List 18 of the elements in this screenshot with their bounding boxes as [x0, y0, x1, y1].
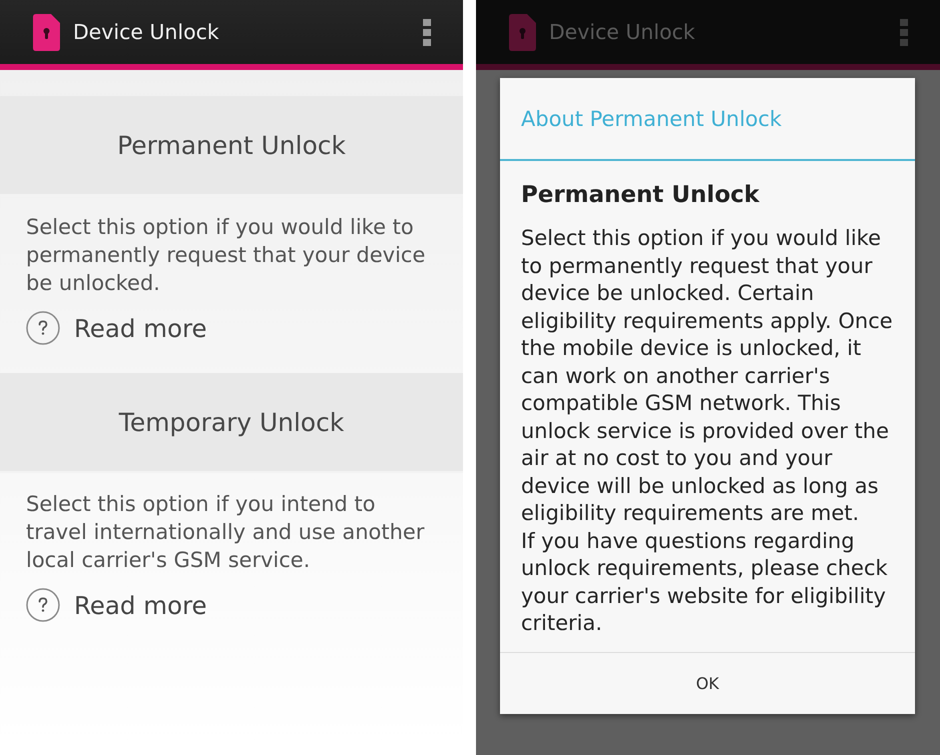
app-title: Device Unlock: [549, 20, 696, 44]
dialog-heading: Permanent Unlock: [521, 181, 760, 210]
help-icon: [26, 588, 60, 622]
option-description: Select this option if you would like to permanently request that your device be unlocked.: [26, 214, 426, 297]
dialog-text: If you have questions regarding unlock requirements, please check your carrier's website for eligibility criteria.: [521, 528, 889, 637]
keyhole-icon: [33, 14, 60, 50]
dialog-button[interactable]: OK: [500, 652, 915, 714]
help-icon: [26, 311, 60, 345]
overflow-menu-icon[interactable]: [423, 18, 431, 46]
keyhole-icon: [509, 14, 536, 50]
read-more-link[interactable]: Read more: [26, 588, 207, 622]
dialog-text: Select this option if you would like to permanently request that your device be unlocked. Certain eligibility requirements apply. Once the mobile device is unlocked, it can work on another carrier's compatible GSM network. This unlock service is provided over the air at no cost to you and your device will be unlocked as long as eligibility requirements are met.: [521, 225, 893, 527]
app-title: Device Unlock: [73, 20, 220, 44]
read-more-link[interactable]: Read more: [26, 311, 207, 345]
dialog-title: About Permanent Unlock: [520, 106, 783, 132]
option-button[interactable]: Temporary Unlock: [0, 373, 463, 473]
option-description: Select this option if you intend to travel internationally and use another local carrier's GSM service.: [26, 491, 426, 574]
option-button[interactable]: Permanent Unlock: [0, 96, 463, 196]
